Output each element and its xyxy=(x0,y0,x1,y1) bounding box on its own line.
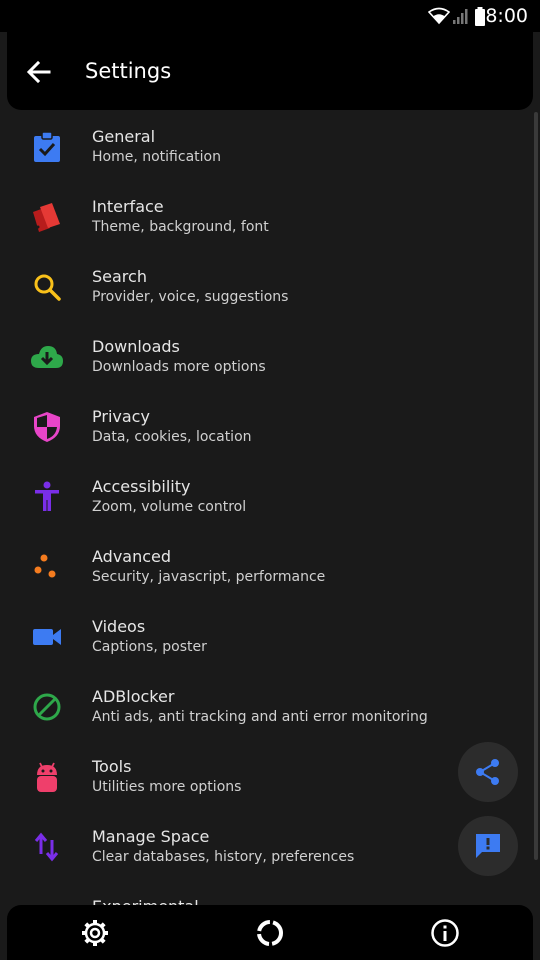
loading-ring-icon[interactable] xyxy=(254,917,286,949)
item-subtitle: Home, notification xyxy=(92,149,221,165)
dots-icon xyxy=(34,554,56,578)
settings-item-advanced[interactable]: Advanced Security, javascript, performan… xyxy=(0,530,540,600)
item-title: Search xyxy=(92,267,147,286)
gear-icon[interactable] xyxy=(79,917,111,949)
item-title: General xyxy=(92,127,156,146)
battery-icon xyxy=(475,7,485,26)
cloud-download-icon xyxy=(31,346,63,368)
item-subtitle: Captions, poster xyxy=(92,639,207,655)
item-title: Accessibility xyxy=(92,477,191,496)
block-icon xyxy=(33,693,61,721)
item-title: Interface xyxy=(92,197,164,216)
share-icon xyxy=(476,759,499,785)
settings-item-experimental[interactable]: Experimental xyxy=(0,880,540,905)
item-title: ADBlocker xyxy=(92,687,175,706)
settings-list: General Home, notification Interface The… xyxy=(0,110,540,905)
item-subtitle: Downloads more options xyxy=(92,359,266,375)
item-title: Privacy xyxy=(92,407,150,426)
item-subtitle: Provider, voice, suggestions xyxy=(92,289,289,305)
item-title: Downloads xyxy=(92,337,180,356)
accessibility-icon xyxy=(35,481,59,511)
scrollbar[interactable] xyxy=(534,112,538,860)
android-icon xyxy=(37,762,57,792)
item-title: Manage Space xyxy=(92,827,210,846)
feedback-button[interactable] xyxy=(458,816,518,876)
item-title: Videos xyxy=(92,617,146,636)
app-bar: Settings xyxy=(7,32,533,110)
settings-item-downloads[interactable]: Downloads Downloads more options xyxy=(0,320,540,390)
item-subtitle: Clear databases, history, preferences xyxy=(92,849,355,865)
signal-icon xyxy=(453,9,468,24)
settings-item-search[interactable]: Search Provider, voice, suggestions xyxy=(0,250,540,320)
settings-item-general[interactable]: General Home, notification xyxy=(0,110,540,180)
item-title: Experimental xyxy=(92,897,199,905)
feedback-icon xyxy=(476,834,500,858)
item-subtitle: Zoom, volume control xyxy=(92,499,247,515)
item-subtitle: Anti ads, anti tracking and anti error m… xyxy=(92,709,428,725)
item-title: Advanced xyxy=(92,547,172,566)
info-icon[interactable] xyxy=(429,917,461,949)
clipboard-check-icon xyxy=(34,131,60,162)
shield-icon xyxy=(34,412,60,442)
search-icon xyxy=(34,274,61,301)
settings-item-privacy[interactable]: Privacy Data, cookies, location xyxy=(0,390,540,460)
item-subtitle: Utilities more options xyxy=(92,779,242,795)
settings-item-adblocker[interactable]: ADBlocker Anti ads, anti tracking and an… xyxy=(0,670,540,740)
share-button[interactable] xyxy=(458,742,518,802)
settings-item-videos[interactable]: Videos Captions, poster xyxy=(0,600,540,670)
video-camera-icon xyxy=(33,629,61,645)
item-subtitle: Data, cookies, location xyxy=(92,429,252,445)
item-subtitle: Security, javascript, performance xyxy=(92,569,326,585)
wifi-icon xyxy=(428,7,450,25)
settings-item-accessibility[interactable]: Accessibility Zoom, volume control xyxy=(0,460,540,530)
swap-vertical-icon xyxy=(34,832,59,862)
status-bar: 8:00 xyxy=(0,0,540,32)
arrow-left-icon[interactable] xyxy=(25,58,53,86)
item-subtitle: Theme, background, font xyxy=(92,219,269,235)
palette-cards-icon xyxy=(33,203,60,232)
item-title: Tools xyxy=(92,757,132,776)
settings-item-interface[interactable]: Interface Theme, background, font xyxy=(0,180,540,250)
status-time: 8:00 xyxy=(485,5,528,27)
page-title: Settings xyxy=(85,59,172,83)
bottom-nav xyxy=(7,905,533,960)
